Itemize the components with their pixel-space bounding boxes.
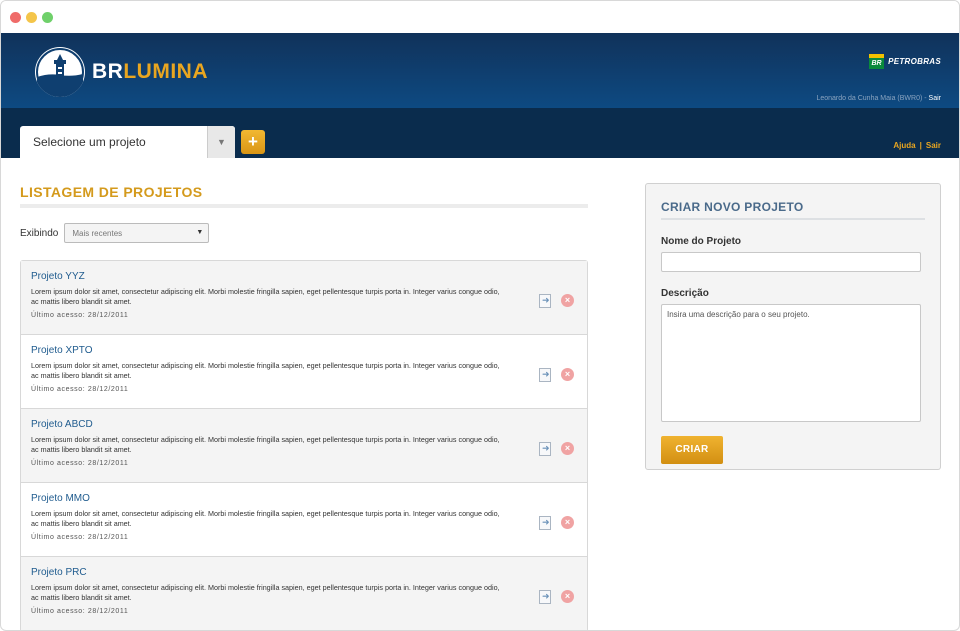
panel-divider	[661, 218, 925, 220]
project-description: Lorem ipsum dolor sit amet, consectetur …	[31, 583, 500, 602]
list-item[interactable]: Projeto XPTO Lorem ipsum dolor sit amet,…	[21, 335, 587, 409]
project-description: Lorem ipsum dolor sit amet, consectetur …	[31, 509, 500, 528]
help-links: Ajuda | Sair	[893, 141, 941, 150]
title-divider	[20, 204, 588, 208]
description-label: Descrição	[661, 288, 709, 299]
project-toolbar: Selecione um projeto ▼ + Ajuda | Sair	[1, 108, 959, 158]
project-description: Lorem ipsum dolor sit amet, consectetur …	[31, 287, 500, 306]
chevron-down-icon[interactable]: ▼	[207, 126, 235, 158]
project-selector[interactable]: Selecione um projeto ▼	[20, 126, 235, 158]
brand-logo[interactable]: BRLUMINA	[92, 60, 208, 84]
delete-circle-icon[interactable]: ×	[561, 368, 574, 381]
partner-name: PETROBRAS	[888, 57, 941, 66]
window-titlebar	[1, 1, 959, 33]
logout-link[interactable]: Sair	[926, 141, 941, 150]
user-name: Leonardo da Cunha Maia (BWR0)	[816, 95, 923, 102]
list-item[interactable]: Projeto MMO Lorem ipsum dolor sit amet, …	[21, 483, 587, 557]
last-access: Último acesso: 28/12/2011	[31, 312, 129, 319]
add-project-button[interactable]: +	[241, 130, 265, 154]
delete-circle-icon[interactable]: ×	[561, 442, 574, 455]
app-header: BRLUMINA BR PETROBRAS Leonardo da Cunha …	[1, 33, 959, 108]
list-item[interactable]: Projeto PRC Lorem ipsum dolor sit amet, …	[21, 557, 587, 630]
user-logout-link[interactable]: Sair	[929, 95, 941, 102]
project-selector-label: Selecione um projeto	[33, 135, 146, 149]
last-access: Último acesso: 28/12/2011	[31, 460, 129, 467]
lighthouse-logo-icon[interactable]	[35, 47, 85, 97]
list-item[interactable]: Projeto ABCD Lorem ipsum dolor sit amet,…	[21, 409, 587, 483]
create-project-title: CRIAR NOVO PROJETO	[661, 200, 804, 214]
description-textarea[interactable]: Insira uma descrição para o seu projeto.	[661, 304, 921, 422]
filter-label: Exibindo	[20, 227, 59, 239]
sort-select-value: Mais recentes	[72, 228, 123, 238]
delete-circle-icon[interactable]: ×	[561, 516, 574, 529]
user-info: Leonardo da Cunha Maia (BWR0) - Sair	[816, 95, 941, 102]
document-arrow-icon[interactable]	[539, 590, 551, 604]
petrobras-br-icon: BR	[869, 54, 885, 69]
project-listing: LISTAGEM DE PROJETOS Exibindo Mais recen…	[20, 184, 588, 630]
document-arrow-icon[interactable]	[539, 368, 551, 382]
maximize-window-button[interactable]	[42, 12, 53, 23]
close-window-button[interactable]	[10, 12, 21, 23]
project-name-link[interactable]: Projeto ABCD	[31, 419, 577, 433]
filter-row: Exibindo Mais recentes ▼	[20, 223, 588, 243]
minimize-window-button[interactable]	[26, 12, 37, 23]
project-name-input[interactable]	[661, 252, 921, 272]
create-project-panel: CRIAR NOVO PROJETO Nome do Projeto Descr…	[645, 183, 941, 470]
document-arrow-icon[interactable]	[539, 294, 551, 308]
create-button[interactable]: CRIAR	[661, 436, 723, 464]
last-access: Último acesso: 28/12/2011	[31, 386, 129, 393]
delete-circle-icon[interactable]: ×	[561, 590, 574, 603]
help-separator: |	[919, 141, 922, 150]
help-link[interactable]: Ajuda	[893, 141, 915, 150]
project-name-link[interactable]: Projeto PRC	[31, 567, 577, 581]
project-name-link[interactable]: Projeto YYZ	[31, 271, 577, 285]
document-arrow-icon[interactable]	[539, 516, 551, 530]
sort-select[interactable]: Mais recentes ▼	[64, 223, 210, 243]
list-item[interactable]: Projeto YYZ Lorem ipsum dolor sit amet, …	[21, 261, 587, 335]
partner-logo: BR PETROBRAS	[869, 54, 941, 69]
select-caret-icon: ▼	[196, 229, 204, 236]
project-name-link[interactable]: Projeto MMO	[31, 493, 577, 507]
project-description: Lorem ipsum dolor sit amet, consectetur …	[31, 435, 500, 454]
brand-suffix: LUMINA	[123, 60, 208, 83]
listing-title: LISTAGEM DE PROJETOS	[20, 184, 203, 200]
project-name-label: Nome do Projeto	[661, 236, 742, 247]
project-list: Projeto YYZ Lorem ipsum dolor sit amet, …	[20, 260, 588, 630]
delete-circle-icon[interactable]: ×	[561, 294, 574, 307]
project-description: Lorem ipsum dolor sit amet, consectetur …	[31, 361, 500, 380]
project-name-link[interactable]: Projeto XPTO	[31, 345, 577, 359]
document-arrow-icon[interactable]	[539, 442, 551, 456]
last-access: Último acesso: 28/12/2011	[31, 608, 129, 615]
brand-prefix: BR	[92, 60, 124, 83]
browser-window: BRLUMINA BR PETROBRAS Leonardo da Cunha …	[0, 0, 960, 631]
last-access: Último acesso: 28/12/2011	[31, 534, 129, 541]
